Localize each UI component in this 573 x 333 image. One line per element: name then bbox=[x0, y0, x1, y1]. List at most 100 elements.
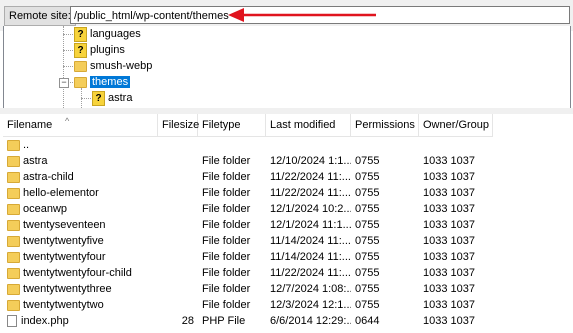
file-cell-owner: 1033 1037 bbox=[423, 219, 475, 231]
file-cell-type: File folder bbox=[202, 187, 251, 199]
tree-item-label: smush-webp bbox=[90, 60, 153, 72]
tree-item-themes[interactable]: themes bbox=[74, 74, 131, 90]
column-header-last-modified[interactable]: Last modified bbox=[266, 114, 351, 136]
sort-ascending-icon: ^ bbox=[65, 116, 70, 126]
file-cell-modified: 12/7/2024 1:08:... bbox=[270, 283, 351, 295]
file-name: .. bbox=[23, 139, 30, 151]
file-cell-owner: 1033 1037 bbox=[423, 299, 475, 311]
file-name: twentytwentythree bbox=[23, 283, 112, 295]
file-cell-modified: 11/22/2024 11:... bbox=[270, 171, 351, 183]
file-cell-size bbox=[158, 265, 194, 281]
file-cell-perms: 0755 bbox=[355, 203, 380, 215]
file-cell-size bbox=[158, 281, 194, 297]
file-row[interactable]: twentytwentyfive File folder 11/14/2024 11… bbox=[3, 233, 493, 249]
file-cell-perms: 0644 bbox=[355, 315, 380, 327]
file-cell-name: hello-elementor bbox=[7, 185, 157, 201]
file-cell-modified: 12/1/2024 10:2... bbox=[270, 203, 351, 215]
file-cell-size bbox=[158, 217, 194, 233]
file-row[interactable]: .. bbox=[3, 137, 493, 153]
file-cell-owner: 1033 1037 bbox=[423, 187, 475, 199]
tree-item-plugins[interactable]: ? plugins bbox=[74, 42, 125, 58]
file-cell-perms: 0755 bbox=[355, 219, 380, 231]
file-cell-size bbox=[158, 249, 194, 265]
file-cell-modified: 12/10/2024 1:1... bbox=[270, 155, 351, 167]
file-cell-perms: 0755 bbox=[355, 171, 380, 183]
file-cell-perms bbox=[355, 137, 419, 153]
file-cell-modified bbox=[270, 137, 351, 153]
file-cell-size bbox=[158, 137, 194, 153]
remote-directory-tree[interactable]: ? languages ? plugins smush-webp − themes … bbox=[3, 26, 571, 109]
column-header-permissions[interactable]: Permissions bbox=[351, 114, 419, 136]
file-cell-type: File folder bbox=[202, 267, 251, 279]
file-cell-owner: 1033 1037 bbox=[423, 251, 475, 263]
remote-file-list[interactable]: ^ Filename Filesize Filetype Last modifi… bbox=[3, 114, 569, 333]
file-cell-perms: 0755 bbox=[355, 267, 380, 279]
file-cell-size bbox=[158, 169, 194, 185]
file-row[interactable]: hello-elementor File folder 11/22/2024 11:… bbox=[3, 185, 493, 201]
file-cell-type: File folder bbox=[202, 299, 251, 311]
tree-item-astra[interactable]: ? astra bbox=[92, 90, 132, 106]
folder-icon bbox=[7, 139, 20, 151]
folder-icon bbox=[7, 299, 20, 311]
file-cell-name: astra bbox=[7, 153, 157, 169]
file-cell-modified: 11/22/2024 11:... bbox=[270, 267, 351, 279]
file-cell-modified: 11/14/2024 11:... bbox=[270, 251, 351, 263]
file-cell-perms: 0755 bbox=[355, 283, 380, 295]
file-cell-type: File folder bbox=[202, 283, 251, 295]
file-icon bbox=[7, 315, 17, 328]
file-cell-modified: 6/6/2014 12:29:... bbox=[270, 315, 351, 327]
file-cell-owner: 1033 1037 bbox=[423, 283, 475, 295]
file-row[interactable]: twentyseventeen File folder 12/1/2024 11:1… bbox=[3, 217, 493, 233]
file-name: twentytwentyfive bbox=[23, 235, 104, 247]
file-cell-perms: 0755 bbox=[355, 251, 380, 263]
file-cell-size bbox=[158, 153, 194, 169]
file-cell-size: 28 bbox=[181, 315, 194, 327]
folder-icon bbox=[74, 60, 87, 72]
file-cell-owner bbox=[423, 137, 493, 153]
folder-icon bbox=[7, 155, 20, 167]
file-cell-size bbox=[158, 233, 194, 249]
folder-open-icon bbox=[74, 76, 87, 88]
file-cell-modified: 12/1/2024 11:1... bbox=[270, 219, 351, 231]
file-name: twentytwentyfour bbox=[23, 251, 106, 263]
file-name: hello-elementor bbox=[23, 187, 99, 199]
file-name: twentyseventeen bbox=[23, 219, 106, 231]
column-header-filetype[interactable]: Filetype bbox=[198, 114, 266, 136]
file-cell-name: twentytwentyfour-child bbox=[7, 265, 157, 281]
file-row[interactable]: astra File folder 12/10/2024 1:1... 0755 103… bbox=[3, 153, 493, 169]
folder-icon bbox=[7, 283, 20, 295]
file-name: oceanwp bbox=[23, 203, 68, 215]
file-cell-type: PHP File bbox=[202, 315, 246, 327]
file-cell-name: twentytwentytwo bbox=[7, 297, 157, 313]
folder-icon bbox=[7, 187, 20, 199]
column-header-owner-group[interactable]: Owner/Group bbox=[419, 114, 493, 136]
file-cell-size bbox=[158, 201, 194, 217]
file-cell-type: File folder bbox=[202, 155, 251, 167]
file-row[interactable]: oceanwp File folder 12/1/2024 10:2... 0755 1… bbox=[3, 201, 493, 217]
file-row[interactable]: twentytwentythree File folder 12/7/2024 1:… bbox=[3, 281, 493, 297]
file-cell-type: File folder bbox=[202, 235, 251, 247]
file-row[interactable]: twentytwentyfour-child File folder 11/22/2… bbox=[3, 265, 493, 281]
file-row[interactable]: twentytwentytwo File folder 12/3/2024 12:1… bbox=[3, 297, 493, 313]
tree-item-label: astra bbox=[108, 92, 133, 104]
tree-item-languages[interactable]: ? languages bbox=[74, 26, 141, 42]
folder-icon bbox=[7, 219, 20, 231]
file-cell-size bbox=[158, 297, 194, 313]
file-cell-type bbox=[202, 137, 266, 153]
collapse-toggle-icon[interactable]: − bbox=[59, 78, 69, 88]
file-cell-name: astra-child bbox=[7, 169, 157, 185]
file-cell-owner: 1033 1037 bbox=[423, 203, 475, 215]
file-row[interactable]: index.php 28 PHP File 6/6/2014 12:29:... 064… bbox=[3, 313, 493, 329]
annotation-arrow-icon bbox=[228, 8, 376, 22]
file-cell-type: File folder bbox=[202, 171, 251, 183]
file-cell-modified: 11/14/2024 11:... bbox=[270, 235, 351, 247]
file-cell-perms: 0755 bbox=[355, 187, 380, 199]
column-header-filesize[interactable]: Filesize bbox=[158, 114, 199, 136]
file-row[interactable]: astra-child File folder 11/22/2024 11:... 0… bbox=[3, 169, 493, 185]
file-row[interactable]: twentytwentyfour File folder 11/14/2024 11… bbox=[3, 249, 493, 265]
file-cell-type: File folder bbox=[202, 251, 251, 263]
tree-item-smush-webp[interactable]: smush-webp bbox=[74, 58, 152, 74]
remote-site-label: Remote site: bbox=[4, 6, 76, 26]
file-cell-perms: 0755 bbox=[355, 155, 380, 167]
column-header-filename[interactable]: ^ Filename bbox=[3, 114, 158, 136]
